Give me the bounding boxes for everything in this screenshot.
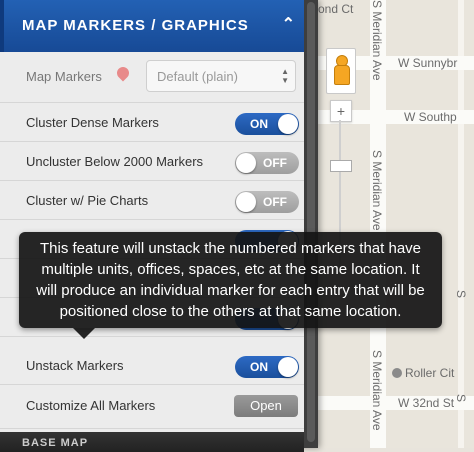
cluster-dense-markers-toggle[interactable]: ON [235,113,299,135]
tooltip-arrow [73,328,95,339]
unstack-markers-label: Unstack Markers [26,358,124,373]
row-uncluster-below-2000: Uncluster Below 2000 Markers OFF [0,142,304,181]
street-label-meridian-bottom: S Meridian Ave [370,350,384,431]
panel-scrollbar[interactable] [304,0,318,448]
cluster-pie-charts-toggle[interactable]: OFF [235,191,299,213]
customize-all-markers-label: Customize All Markers [26,398,156,413]
uncluster-below-2000-label: Uncluster Below 2000 Markers [26,154,204,169]
customize-open-button[interactable]: Open [234,395,298,417]
map-markers-panel: MAP MARKERS / GRAPHICS ⌃ Map Markers Def… [0,0,318,452]
pegman-body [334,65,350,85]
cluster-dense-markers-label: Cluster Dense Markers [26,115,159,130]
street-label-ond: ond Ct [318,2,354,16]
toggle-knob [278,114,298,134]
scrollbar-thumb[interactable] [307,2,315,442]
toggle-state-text: ON [250,117,268,131]
map-markers-label: Map Markers [26,69,102,84]
street-view-pegman-icon[interactable] [326,48,356,94]
uncluster-below-2000-toggle[interactable]: OFF [235,152,299,174]
map-markers-select-value: Default (plain) [157,69,238,84]
street-label-southport: W Southp [404,110,457,124]
map-pin-icon [114,64,132,82]
toggle-state-text: OFF [263,156,287,170]
street-label-32nd: W 32nd St [398,396,455,410]
cluster-pie-charts-label: Cluster w/ Pie Charts [26,193,149,208]
row-customize-all-markers: Customize All Markers Open [0,386,304,429]
tooltip-text: This feature will unstack the numbered m… [36,240,425,320]
zoom-slider-handle[interactable] [330,160,352,172]
toggle-knob [236,192,256,212]
street-label-meridian-top: S Meridian Ave [370,0,384,81]
roller-city-poi-icon[interactable] [392,368,402,378]
base-map-title: BASE MAP [22,437,89,449]
panel-header[interactable]: MAP MARKERS / GRAPHICS ⌃ [0,0,308,52]
toggle-knob [278,357,298,377]
chevron-up-icon[interactable]: ⌃ [282,14,296,34]
base-map-section-header[interactable]: BASE MAP [0,432,304,452]
toggle-state-text: ON [250,360,268,374]
unstack-markers-tooltip: This feature will unstack the numbered m… [19,232,442,339]
row-unstack-markers: Unstack Markers ON [0,346,304,385]
zoom-in-button[interactable]: + [330,100,352,122]
panel-title: MAP MARKERS / GRAPHICS [22,17,249,34]
toggle-knob [236,153,256,173]
unstack-markers-toggle[interactable]: ON [235,356,299,378]
map-markers-row: Map Markers Default (plain) ▲ ▼ [0,52,304,103]
row-cluster-dense-markers: Cluster Dense Markers ON [0,103,304,142]
street-label-s-bottom: S [454,394,468,403]
row-cluster-pie-charts: Cluster w/ Pie Charts OFF [0,181,304,220]
street-label-meridian-mid: S Meridian Ave [370,150,384,231]
street-label-s: S [454,290,468,299]
toggle-state-text: OFF [263,195,287,209]
poi-label-roller-city: Roller Cit [405,366,455,380]
street-label-sunnybrook: W Sunnybr [398,56,458,70]
map-markers-select[interactable]: Default (plain) ▲ ▼ [146,60,296,92]
select-arrows-icon: ▲ ▼ [281,67,289,85]
